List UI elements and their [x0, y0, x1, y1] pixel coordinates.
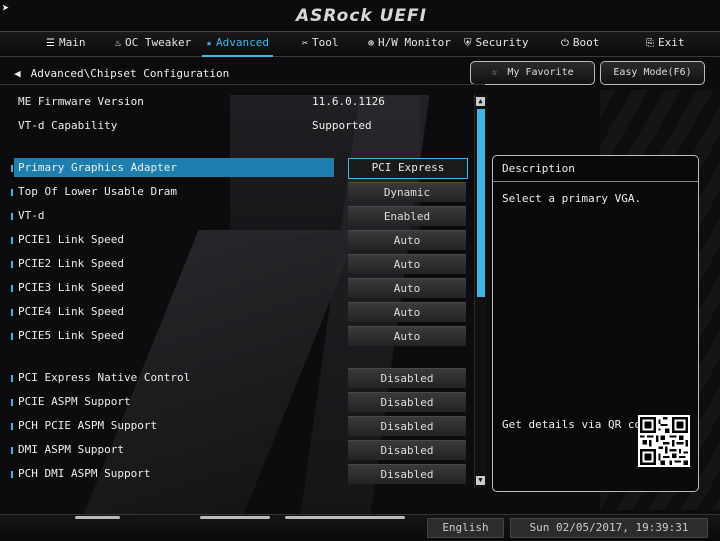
footer-accent: [285, 516, 405, 519]
value-top-of-lower-usable-dram[interactable]: Dynamic: [348, 182, 466, 202]
tab-label: Exit: [658, 36, 685, 49]
setting-pcie1-link-speed[interactable]: PCIE1 Link Speed: [11, 233, 124, 246]
value-pcie2-link-speed[interactable]: Auto: [348, 254, 466, 274]
setting-pcie2-link-speed[interactable]: PCIE2 Link Speed: [11, 257, 124, 270]
value-pcie1-link-speed[interactable]: Auto: [348, 230, 466, 250]
shield-icon: ⛨: [464, 38, 472, 49]
tab-label: H/W Monitor: [378, 36, 451, 49]
star-icon: ☆: [491, 67, 498, 78]
tab-hw-monitor[interactable]: ⊕ H/W Monitor: [368, 35, 451, 53]
tab-label: Tool: [312, 36, 339, 49]
back-arrow-icon[interactable]: ◀: [14, 67, 21, 80]
star-icon: ★: [206, 38, 213, 49]
tab-boot[interactable]: ⏻ Boot: [561, 35, 599, 53]
description-panel: Description Select a primary VGA. Get de…: [492, 155, 699, 492]
footer-accent: [200, 516, 270, 519]
value-vt-d[interactable]: Enabled: [348, 206, 466, 226]
info-value-me-firmware: 11.6.0.1126: [312, 95, 385, 108]
setting-vt-d[interactable]: VT-d: [11, 209, 45, 222]
footer-accent: [75, 516, 120, 519]
list-icon: ☰: [46, 38, 55, 49]
tab-label: Advanced: [216, 36, 270, 49]
value-pch-pcie-aspm-support[interactable]: Disabled: [348, 416, 466, 436]
setting-dmi-aspm-support[interactable]: DMI ASPM Support: [11, 443, 124, 456]
setting-pch-dmi-aspm-support[interactable]: PCH DMI ASPM Support: [10, 467, 150, 480]
asrock-uefi-logo: ASRock UEFI: [296, 6, 427, 26]
setting-pcie4-link-speed[interactable]: PCIE4 Link Speed: [11, 305, 124, 318]
qr-code-icon: [638, 415, 690, 467]
power-icon: ⏻: [561, 38, 569, 49]
setting-pch-pcie-aspm-support[interactable]: PCH PCIE ASPM Support: [10, 419, 157, 432]
description-title: Description: [493, 156, 698, 182]
tab-oc-tweaker[interactable]: ♨ OC Tweaker: [115, 35, 191, 53]
exit-icon: ⎘: [646, 38, 654, 49]
easy-mode-button[interactable]: Easy Mode(F6): [600, 61, 705, 85]
date-time-display: Sun 02/05/2017, 19:39:31: [510, 518, 708, 538]
value-pcie-aspm-support[interactable]: Disabled: [348, 392, 466, 412]
setting-pcie-aspm-support[interactable]: PCIE ASPM Support: [11, 395, 131, 408]
info-label-me-firmware: ME Firmware Version: [18, 95, 144, 108]
tab-security[interactable]: ⛨ Security: [464, 35, 528, 53]
flame-icon: ♨: [115, 38, 122, 49]
tab-exit[interactable]: ⎘ Exit: [646, 35, 685, 53]
my-favorite-button[interactable]: ☆ My Favorite: [470, 61, 595, 85]
tab-label: Security: [475, 36, 529, 49]
divider: [0, 84, 485, 85]
top-menu-bar: [0, 31, 720, 57]
value-pch-dmi-aspm-support[interactable]: Disabled: [348, 464, 466, 484]
tab-label: Main: [58, 36, 86, 49]
value-pcie5-link-speed[interactable]: Auto: [348, 326, 466, 346]
qr-code-caption: Get details via QR code: [502, 418, 655, 431]
value-dmi-aspm-support[interactable]: Disabled: [348, 440, 466, 460]
tab-advanced[interactable]: ★ Advanced: [201, 35, 274, 57]
scroll-down-arrow-icon[interactable]: ▼: [476, 476, 485, 485]
tab-tool[interactable]: ✂ Tool: [302, 35, 339, 53]
my-favorite-label: My Favorite: [507, 67, 574, 78]
value-pci-express-native-control[interactable]: Disabled: [348, 368, 466, 388]
scroll-up-arrow-icon[interactable]: ▲: [476, 97, 485, 106]
info-value-vtd-capability: Supported: [312, 119, 372, 132]
setting-pcie3-link-speed[interactable]: PCIE3 Link Speed: [11, 281, 124, 294]
value-primary-graphics-adapter[interactable]: PCI Express: [348, 158, 468, 179]
tab-main[interactable]: ☰ Main: [46, 35, 85, 53]
info-label-vtd-capability: VT-d Capability: [18, 119, 118, 132]
language-button[interactable]: English: [427, 518, 504, 538]
tab-label: OC Tweaker: [125, 36, 192, 49]
tool-icon: ✂: [302, 38, 309, 49]
setting-primary-graphics-adapter[interactable]: Primary Graphics Adapter: [11, 161, 177, 174]
setting-top-of-lower-usable-dram[interactable]: Top Of Lower Usable Dram: [11, 185, 177, 198]
setting-pci-express-native-control[interactable]: PCI Express Native Control: [10, 371, 190, 384]
value-pcie3-link-speed[interactable]: Auto: [348, 278, 466, 298]
monitor-icon: ⊕: [368, 38, 375, 49]
tab-label: Boot: [572, 36, 600, 49]
mouse-cursor-icon: ➤: [2, 1, 10, 15]
breadcrumb-text: Advanced\Chipset Configuration: [30, 67, 230, 80]
scrollbar-thumb[interactable]: [477, 109, 485, 297]
value-pcie4-link-speed[interactable]: Auto: [348, 302, 466, 322]
breadcrumb: ◀ Advanced\Chipset Configuration: [14, 67, 229, 80]
description-text: Select a primary VGA.: [502, 192, 642, 205]
setting-pcie5-link-speed[interactable]: PCIE5 Link Speed: [11, 329, 124, 342]
